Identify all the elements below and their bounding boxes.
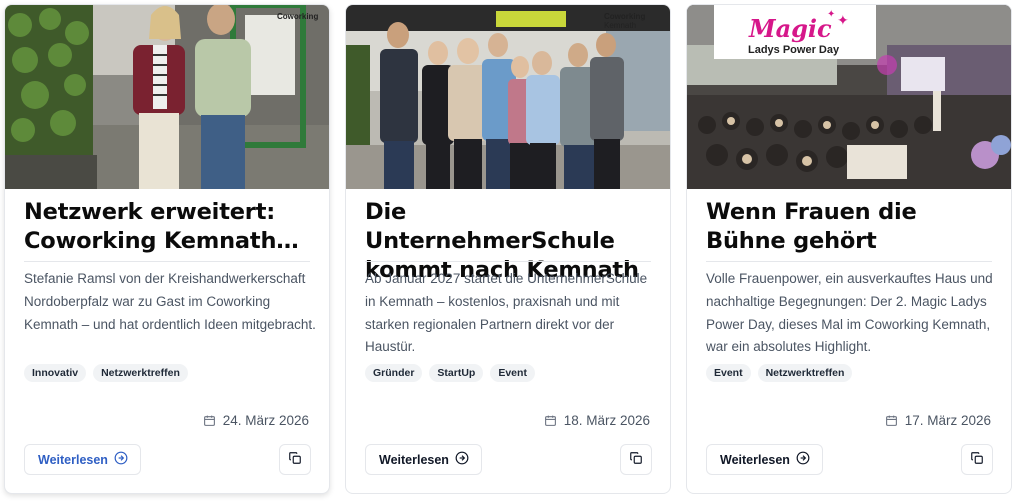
tag[interactable]: Netzwerktreffen [757, 364, 853, 382]
card-date: 18. März 2026 [544, 413, 650, 428]
card-image[interactable]: Magic ✦ ✦ Ladys Power Day [687, 5, 1011, 189]
date-text: 18. März 2026 [563, 413, 650, 428]
copy-icon [288, 451, 302, 468]
copy-button[interactable] [961, 444, 993, 475]
arrow-right-circle-icon [796, 451, 810, 468]
svg-text:✦: ✦ [837, 13, 849, 29]
card-image[interactable]: Coworking Kemnath [346, 5, 670, 189]
card-excerpt: Stefanie Ramsl von der Kreishandwerkersc… [24, 271, 316, 332]
read-more-label: Weiterlesen [379, 452, 449, 467]
card-title[interactable]: Wenn Frauen die Bühne gehört [706, 198, 996, 256]
read-more-button[interactable]: Weiterlesen [706, 444, 823, 475]
card-tags: Innovativ Netzwerktreffen [24, 364, 188, 382]
tag[interactable]: StartUp [429, 364, 484, 382]
card-date: 24. März 2026 [203, 413, 309, 428]
svg-text:✦: ✦ [827, 9, 835, 20]
card-excerpt: Volle Frauenpower, ein ausverkauftes Hau… [706, 271, 993, 355]
card-title[interactable]: Netzwerk erweitert: Coworking Kemnath… [24, 198, 314, 256]
image-sign-text: Coworking [277, 12, 318, 21]
tag[interactable]: Netzwerktreffen [93, 364, 188, 382]
copy-button[interactable] [620, 444, 652, 475]
calendar-icon [203, 414, 216, 427]
blog-card[interactable]: Coworking Netzwerk erweitert: Coworking … [4, 4, 330, 494]
tag[interactable]: Gründer [365, 364, 423, 382]
read-more-label: Weiterlesen [38, 452, 108, 467]
blog-card[interactable]: Coworking Kemnath Die UnternehmerSchule … [345, 4, 671, 494]
tag[interactable]: Event [490, 364, 535, 382]
card-divider [365, 261, 651, 262]
tag[interactable]: Innovativ [24, 364, 87, 382]
card-image[interactable]: Coworking [5, 5, 329, 189]
card-divider [706, 261, 992, 262]
read-more-button[interactable]: Weiterlesen [24, 444, 141, 475]
blog-card-grid: Coworking Netzwerk erweitert: Coworking … [0, 0, 1024, 502]
arrow-right-circle-icon [455, 451, 469, 468]
blog-card[interactable]: Magic ✦ ✦ Ladys Power Day Wenn Frauen di… [686, 4, 1012, 494]
copy-icon [970, 451, 984, 468]
image-logo-top: Magic [748, 14, 832, 43]
copy-icon [629, 451, 643, 468]
card-divider [24, 261, 310, 262]
tag[interactable]: Event [706, 364, 751, 382]
calendar-icon [544, 414, 557, 427]
card-tags: Event Netzwerktreffen [706, 364, 853, 382]
card-date: 17. März 2026 [885, 413, 991, 428]
date-text: 17. März 2026 [904, 413, 991, 428]
image-logo-bottom: Ladys Power Day [748, 44, 840, 56]
read-more-button[interactable]: Weiterlesen [365, 444, 482, 475]
read-more-label: Weiterlesen [720, 452, 790, 467]
date-text: 24. März 2026 [222, 413, 309, 428]
card-tags: Gründer StartUp Event [365, 364, 535, 382]
card-excerpt: Ab Januar 2027 startet die UnternehmerSc… [365, 271, 648, 355]
arrow-right-circle-icon [114, 451, 128, 468]
calendar-icon [885, 414, 898, 427]
copy-button[interactable] [279, 444, 311, 475]
